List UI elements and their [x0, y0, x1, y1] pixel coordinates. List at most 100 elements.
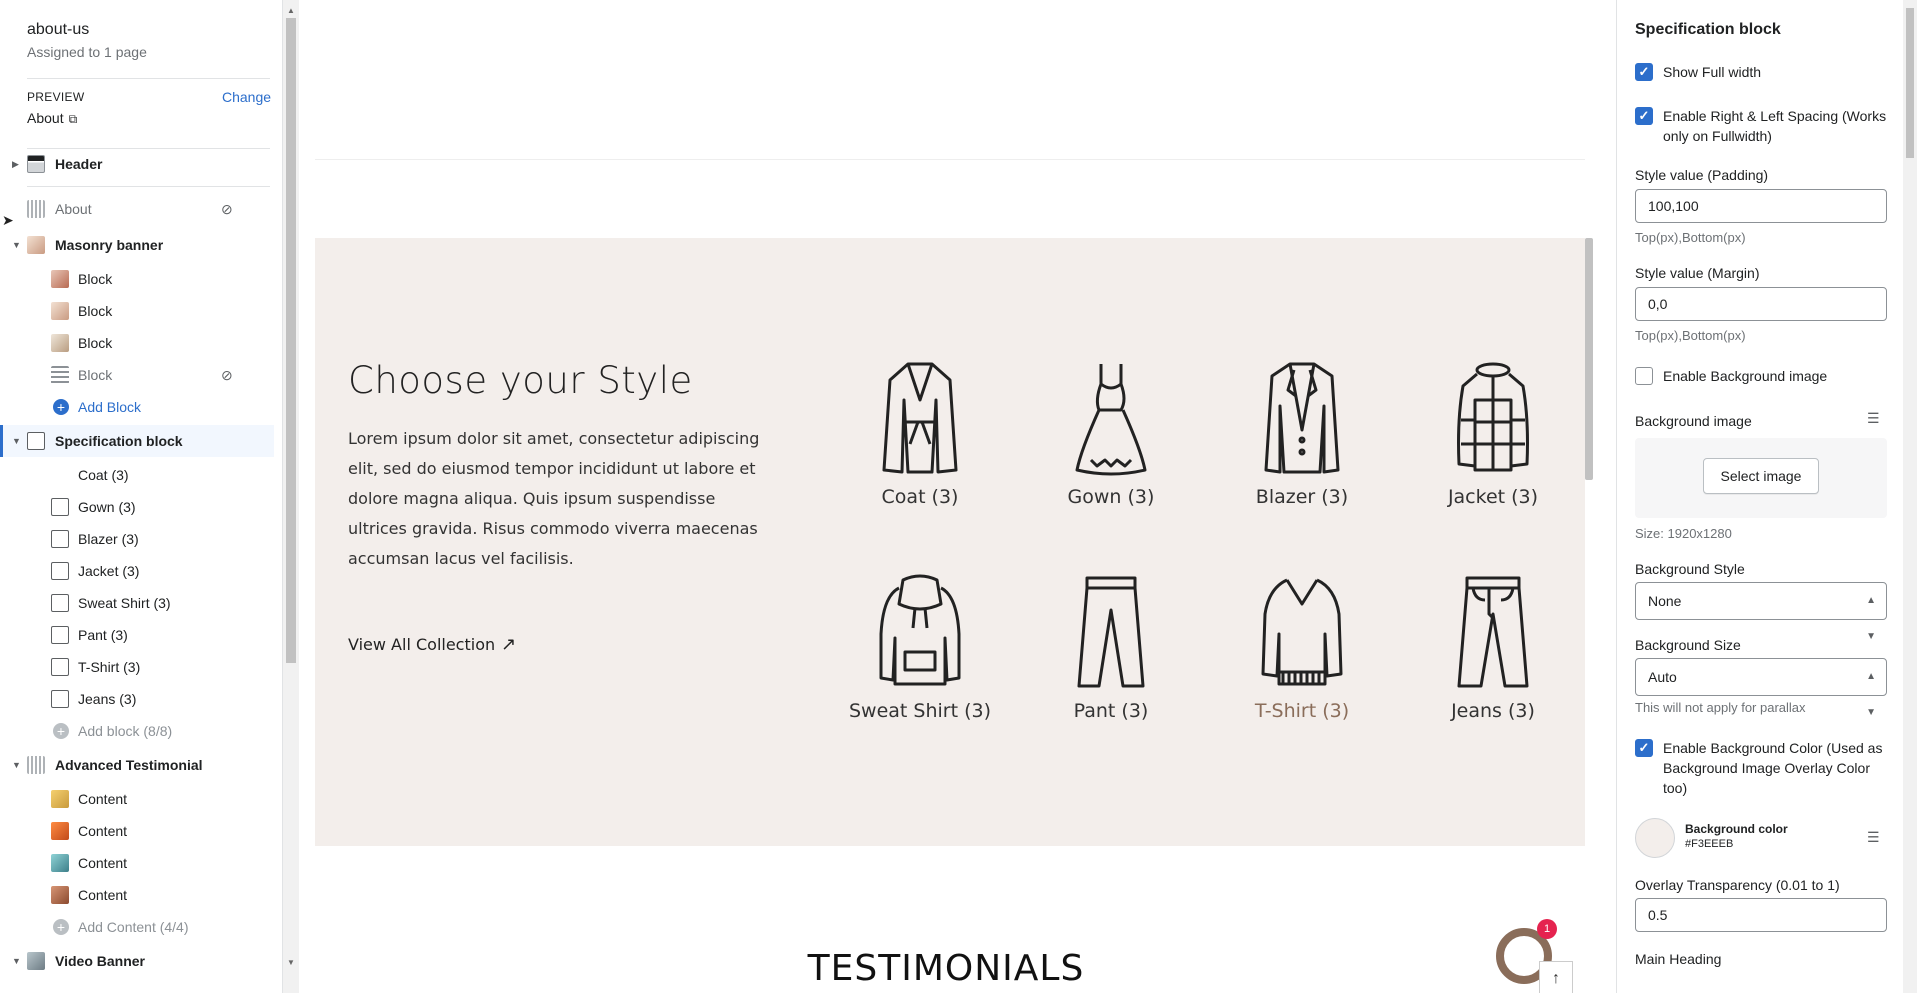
block-item-pant[interactable]: Pant (3) [0, 619, 274, 651]
content-item[interactable]: Content [0, 783, 274, 815]
add-block-button-disabled[interactable]: + Add block (8/8) [0, 715, 274, 747]
canvas-scrollbar[interactable] [1585, 0, 1593, 993]
section-about[interactable]: About ⊘ [0, 193, 274, 225]
scroll-down-icon[interactable]: ▼ [287, 958, 295, 967]
block-item[interactable]: Block ⊘ [0, 359, 274, 391]
block-item[interactable]: Block [0, 327, 274, 359]
category-label: T-Shirt (3) [1254, 700, 1350, 722]
avatar-thumbnail-icon [51, 822, 69, 840]
avatar-thumbnail-icon [51, 886, 69, 904]
pant-icon [51, 626, 69, 644]
scroll-up-icon[interactable]: ▲ [287, 6, 295, 15]
category-t-shirt[interactable]: T-Shirt (3) [1217, 574, 1387, 722]
hidden-eye-icon[interactable]: ⊘ [221, 201, 233, 218]
caret-down-icon[interactable]: ▼ [12, 436, 21, 446]
category-gown[interactable]: Gown (3) [1026, 360, 1196, 508]
block-item-jacket[interactable]: Jacket (3) [0, 555, 274, 587]
image-thumbnail-icon [27, 236, 45, 254]
scrollbar-thumb[interactable] [1906, 8, 1914, 158]
blazer-icon [1264, 362, 1340, 474]
add-block-button[interactable]: + Add Block [0, 391, 274, 423]
sidebar-scrollbar[interactable]: ▲ ▼ [283, 0, 299, 993]
select-image-button[interactable]: Select image [1703, 458, 1819, 494]
settings-panel: Specification block ✓ Show Full width ✓ … [1616, 0, 1903, 993]
block-label: Jeans (3) [78, 691, 137, 707]
checkbox-label: Enable Background Color (Used as Backgro… [1663, 740, 1883, 796]
bg-size-select[interactable]: Auto ▲ ▼ [1635, 658, 1887, 718]
section-masonry-banner[interactable]: ▼ Masonry banner [0, 229, 274, 261]
content-label: Content [78, 887, 128, 903]
section-icon [27, 200, 45, 218]
chat-notification-badge: 1 [1537, 919, 1557, 939]
add-content-button-disabled[interactable]: + Add Content (4/4) [0, 911, 274, 943]
dynamic-source-icon[interactable]: ☰ [1867, 410, 1880, 427]
checkbox-unchecked-icon[interactable] [1635, 367, 1653, 385]
category-pant[interactable]: Pant (3) [1026, 574, 1196, 722]
category-label: Jacket (3) [1447, 486, 1539, 508]
block-item[interactable]: Block [0, 263, 274, 295]
avatar-thumbnail-icon [51, 790, 69, 808]
block-item-coat[interactable]: Coat (3) [0, 459, 274, 491]
block-item-t-shirt[interactable]: T-Shirt (3) [0, 651, 274, 683]
preview-page-name[interactable]: About [27, 110, 64, 126]
block-label: Block [78, 367, 113, 383]
settings-scrollbar[interactable] [1903, 0, 1917, 993]
link-label[interactable]: View All Collection [348, 635, 495, 654]
section-video-banner[interactable]: ▼ Video Banner [0, 945, 274, 977]
category-label: Jeans (3) [1451, 700, 1535, 722]
caret-down-icon[interactable]: ▼ [12, 760, 21, 770]
category-jacket[interactable]: Jacket (3) [1408, 360, 1578, 508]
caret-down-icon[interactable]: ▼ [12, 240, 21, 250]
enable-bg-color-checkbox[interactable]: ✓ Enable Background Color (Used as Backg… [1635, 738, 1895, 798]
margin-input[interactable]: 0,0 [1635, 287, 1887, 321]
checkbox-checked-icon[interactable]: ✓ [1635, 63, 1653, 81]
content-item[interactable]: Content [0, 847, 274, 879]
view-all-collection-link[interactable]: View All Collection ↗ [348, 634, 516, 655]
plus-circle-icon: + [53, 919, 69, 935]
enable-bg-image-checkbox[interactable]: Enable Background image [1635, 366, 1895, 386]
content-item[interactable]: Content [0, 879, 274, 911]
content-item[interactable]: Content [0, 815, 274, 847]
section-header[interactable]: ▶ Header [0, 148, 274, 180]
block-label: Pant (3) [78, 627, 128, 643]
caret-down-icon[interactable]: ▼ [12, 956, 21, 966]
category-blazer[interactable]: Blazer (3) [1217, 360, 1387, 508]
category-sweat-shirt[interactable]: Sweat Shirt (3) [835, 574, 1005, 722]
sections-sidebar: about-us Assigned to 1 page PREVIEW Chan… [0, 0, 283, 993]
section-label: Advanced Testimonial [55, 757, 203, 773]
preview-page-link[interactable]: About ⧉ [27, 110, 77, 127]
scroll-to-top-button[interactable]: ↑ [1539, 961, 1573, 993]
caret-right-icon[interactable]: ▶ [12, 159, 19, 170]
padding-input[interactable]: 100,100 [1635, 189, 1887, 223]
category-coat[interactable]: Coat (3) [835, 360, 1005, 508]
image-thumbnail-icon [51, 302, 69, 320]
testimonials-heading: TESTIMONIALS [807, 948, 1085, 989]
bg-color-swatch[interactable] [1635, 818, 1675, 858]
coat-icon [882, 362, 958, 474]
block-item-blazer[interactable]: Blazer (3) [0, 523, 274, 555]
block-item[interactable]: Block [0, 295, 274, 327]
enable-spacing-checkbox[interactable]: ✓ Enable Right & Left Spacing (Works onl… [1635, 106, 1895, 146]
content-label: Content [78, 791, 128, 807]
show-full-width-checkbox[interactable]: ✓ Show Full width [1635, 62, 1895, 82]
change-preview-link[interactable]: Change [222, 89, 271, 105]
bg-size-label: Background Size [1635, 637, 1741, 653]
checkbox-checked-icon[interactable]: ✓ [1635, 107, 1653, 125]
dynamic-source-icon[interactable]: ☰ [1867, 829, 1880, 846]
scrollbar-thumb[interactable] [1585, 238, 1593, 480]
overlay-input[interactable]: 0.5 [1635, 898, 1887, 932]
block-label: Coat (3) [78, 467, 129, 483]
block-item-jeans[interactable]: Jeans (3) [0, 683, 274, 715]
section-advanced-testimonial[interactable]: ▼ Advanced Testimonial [0, 749, 274, 781]
checkbox-checked-icon[interactable]: ✓ [1635, 739, 1653, 757]
bg-style-select[interactable]: None ▲ ▼ [1635, 582, 1887, 642]
category-jeans[interactable]: Jeans (3) [1408, 574, 1578, 722]
category-label: Coat (3) [881, 486, 959, 508]
padding-help: Top(px),Bottom(px) [1635, 230, 1746, 245]
hidden-eye-icon[interactable]: ⊘ [221, 367, 233, 384]
checkbox-label: Show Full width [1663, 64, 1762, 80]
block-item-gown[interactable]: Gown (3) [0, 491, 274, 523]
scrollbar-thumb[interactable] [286, 18, 296, 663]
section-specification-block[interactable]: ▼ Specification block [0, 425, 274, 457]
block-item-sweat-shirt[interactable]: Sweat Shirt (3) [0, 587, 274, 619]
